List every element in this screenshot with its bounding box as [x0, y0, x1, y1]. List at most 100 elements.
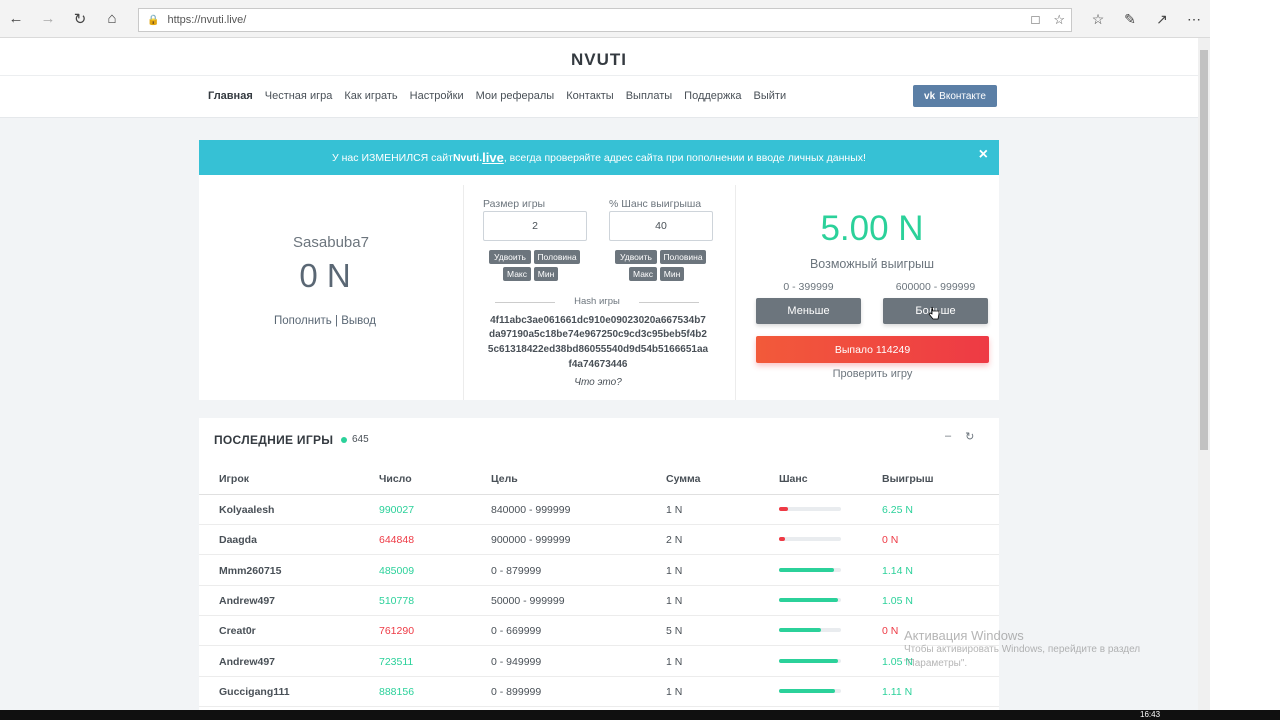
menu-item-support[interactable]: Поддержка: [684, 90, 741, 102]
col-win: Выигрыш: [882, 473, 934, 485]
page-scrollbar[interactable]: [1198, 38, 1210, 710]
favorites-icon[interactable]: ☆: [1088, 11, 1108, 28]
forward-icon[interactable]: →: [32, 0, 64, 38]
url-text: https://nvuti.live/: [167, 14, 247, 26]
chance-input[interactable]: 40: [609, 211, 713, 241]
chance-bar: [779, 537, 841, 542]
favorite-star-icon[interactable]: ☆: [1053, 12, 1065, 28]
target-cell: 0 - 899999: [491, 685, 542, 698]
col-player: Игрок: [219, 473, 250, 485]
refresh-icon[interactable]: ↻: [64, 0, 96, 38]
menu-item-settings[interactable]: Настройки: [410, 90, 464, 102]
vk-label: Вконтакте: [939, 90, 986, 102]
result-button[interactable]: Выпало 114249: [756, 336, 989, 363]
desktop-edge: [1210, 0, 1280, 720]
player-cell[interactable]: Guccigang111: [219, 686, 290, 698]
table-row: Kolyaalesh 990027 840000 - 999999 1 N 6.25 N: [199, 495, 999, 525]
menu-item-referrals[interactable]: Мои рефералы: [476, 90, 555, 102]
hash-line: da97190a5c18be74e967250c9cd3c95beb5f4b2: [489, 329, 707, 340]
table-header: Игрок Число Цель Сумма Шанс Выигрыш: [199, 463, 999, 495]
menu-item-contacts[interactable]: Контакты: [566, 90, 614, 102]
amount-cell: 5 N: [666, 625, 683, 638]
chance-bar: [779, 688, 841, 693]
menu-item-logout[interactable]: Выйти: [754, 90, 787, 102]
site-logo[interactable]: NVUTI: [0, 50, 1198, 70]
table-row: Mmm260715 485009 0 - 879999 1 N 1.14 N: [199, 556, 999, 586]
col-amount: Сумма: [666, 473, 701, 485]
alert-text-before: У нас ИЗМЕНИЛСЯ сайт: [332, 151, 453, 164]
username: Sasabuba7: [293, 234, 369, 251]
watermark-title: Активация Windows: [904, 628, 1024, 643]
chance-bar: [779, 507, 841, 511]
table-row: Andrew497 723511 0 - 949999 1 N 1.05 N: [199, 647, 999, 677]
chance-half-button[interactable]: Половина: [660, 250, 706, 264]
size-double-button[interactable]: Удвоить: [489, 250, 531, 264]
check-game-link[interactable]: Проверить игру: [756, 368, 989, 380]
vk-icon: vk: [924, 90, 936, 102]
withdraw-link[interactable]: Вывод: [341, 315, 376, 327]
number-cell: 723511: [379, 655, 414, 668]
bet-size-input[interactable]: 2: [483, 211, 587, 241]
reading-view-icon[interactable]: □: [1031, 12, 1039, 28]
number-cell: 761290: [379, 625, 415, 638]
win-cell: 1.14 N: [882, 564, 913, 577]
col-number: Число: [379, 473, 412, 485]
reload-icon[interactable]: ↻: [965, 430, 974, 443]
chance-min-button[interactable]: Мин: [660, 267, 684, 281]
target-cell: 0 - 949999: [491, 655, 542, 668]
address-bar[interactable]: 🔒 https://nvuti.live/ □ ☆: [138, 8, 1072, 32]
chance-bar-fill: [779, 597, 838, 602]
chance-label: % Шанс выигрыша: [609, 198, 702, 210]
chance-max-button[interactable]: Макс: [629, 267, 657, 281]
hash-line: f4a74673446: [568, 359, 628, 370]
balance: 0 N: [299, 257, 351, 294]
collapse-icon[interactable]: –: [945, 430, 951, 443]
watermark-subtitle: Чтобы активировать Windows, перейдите в …: [904, 644, 1141, 669]
menu-item-payouts[interactable]: Выплаты: [626, 90, 672, 102]
alert-site-a: Nvuti.: [452, 151, 483, 164]
win-cell: 6.25 N: [882, 504, 913, 516]
win-cell: 0 N: [882, 625, 899, 638]
size-min-button[interactable]: Мин: [534, 267, 558, 281]
back-icon[interactable]: ←: [0, 0, 32, 38]
table-row: Guccigang111 888156 0 - 899999 1 N 1.11 N: [199, 677, 999, 707]
number-cell: 990027: [379, 504, 415, 516]
col-target: Цель: [491, 473, 518, 485]
scrollbar-thumb[interactable]: [1200, 50, 1208, 450]
range-high: 600000 - 999999: [895, 281, 976, 293]
menu-item-how-to-play[interactable]: Как играть: [344, 90, 397, 102]
share-icon[interactable]: ↗: [1152, 11, 1172, 28]
target-cell: 900000 - 999999: [491, 534, 571, 547]
more-icon[interactable]: ⋯: [1184, 11, 1204, 28]
home-icon[interactable]: ⌂: [96, 0, 128, 38]
win-cell: 1.11 N: [882, 685, 913, 698]
menu-item-home[interactable]: Главная: [208, 90, 253, 102]
player-cell[interactable]: Andrew497: [219, 595, 275, 607]
player-cell[interactable]: Daagda: [219, 534, 257, 546]
size-max-button[interactable]: Макс: [503, 267, 531, 281]
target-cell: 0 - 879999: [491, 564, 542, 577]
close-icon[interactable]: ×: [979, 146, 988, 164]
deposit-link[interactable]: Пополнить: [274, 315, 332, 327]
menu-item-fair-game[interactable]: Честная игра: [265, 90, 333, 102]
table-row: Creat0r 761290 0 - 669999 5 N 0 N: [199, 616, 999, 647]
size-half-button[interactable]: Половина: [534, 250, 580, 264]
chance-double-button[interactable]: Удвоить: [615, 250, 657, 264]
link-separator: |: [335, 315, 338, 327]
column-divider: [735, 185, 736, 400]
bet-less-button[interactable]: Меньше: [756, 298, 861, 324]
card-tools: – ↻: [945, 430, 974, 443]
number-cell: 485009: [379, 564, 415, 577]
player-cell[interactable]: Mmm260715: [219, 565, 281, 577]
vk-button[interactable]: vk Вконтакте: [913, 85, 997, 107]
player-cell[interactable]: Andrew497: [219, 656, 275, 668]
chance-bar-fill: [779, 537, 786, 542]
recent-games-title: ПОСЛЕДНИЕ ИГРЫ: [214, 433, 334, 447]
what-is-this-link[interactable]: Что это?: [476, 377, 720, 388]
online-status-icon: [341, 437, 347, 443]
pen-icon[interactable]: ✎: [1120, 11, 1140, 28]
target-cell: 0 - 669999: [491, 625, 542, 638]
browser-toolbar: ← → ↻ ⌂ 🔒 https://nvuti.live/ □ ☆ ☆ ✎ ↗ …: [0, 0, 1210, 38]
player-cell[interactable]: Kolyaalesh: [219, 504, 274, 516]
player-cell[interactable]: Creat0r: [219, 625, 256, 637]
